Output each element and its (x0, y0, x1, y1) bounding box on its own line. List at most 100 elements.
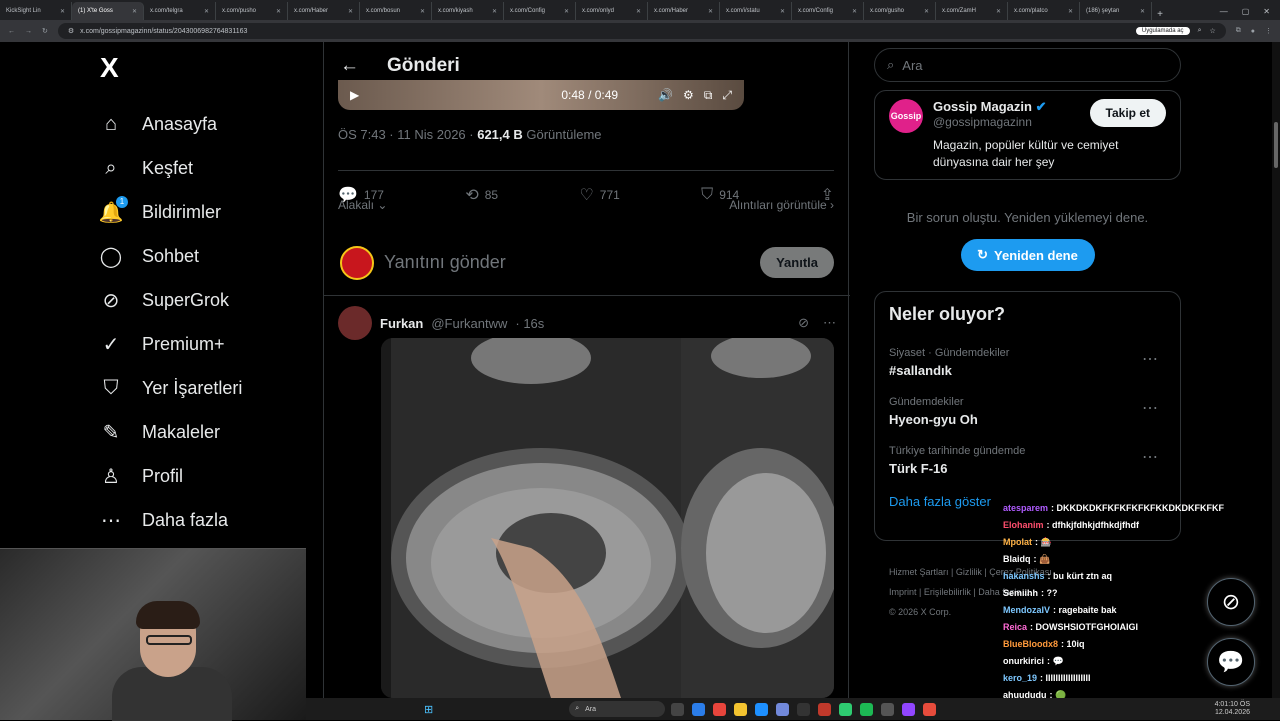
app-icon[interactable] (902, 702, 916, 716)
tab-15[interactable]: (186) şeytan ✕ (1080, 2, 1152, 20)
tab-3[interactable]: x.com/pusho ✕ (216, 2, 288, 20)
menu-icon[interactable]: ⋮ (1265, 27, 1272, 35)
chrome-icon[interactable] (713, 702, 727, 716)
tab-close-icon[interactable]: ✕ (1140, 8, 1145, 15)
tab-1[interactable]: (1) X'te Goss ✕ (72, 2, 144, 20)
nav-item-home[interactable]: ⌂ Anasayfa (98, 102, 318, 146)
tweet-time[interactable]: · 16s (515, 316, 544, 331)
windows-start-icon[interactable]: ⊞ (424, 703, 433, 716)
tab-close-icon[interactable]: ✕ (348, 8, 353, 15)
trend-item[interactable]: Siyaset · Gündemdekiler #sallandık ⋯ (889, 347, 1166, 378)
footer-link[interactable]: Erişilebilirlik (924, 587, 971, 597)
retry-button[interactable]: ↻ Yeniden dene (960, 239, 1095, 271)
star-icon[interactable]: ☆ (1209, 27, 1215, 35)
tab-close-icon[interactable]: ✕ (276, 8, 281, 15)
new-tab-icon[interactable]: + (1152, 9, 1168, 20)
extensions-icon[interactable]: ⧉ (1236, 27, 1241, 35)
tab-close-icon[interactable]: ✕ (564, 8, 569, 15)
tab-close-icon[interactable]: ✕ (60, 8, 65, 15)
volume-icon[interactable]: 🔊 (658, 88, 673, 102)
tab-close-icon[interactable]: ✕ (708, 8, 713, 15)
zoom-icon[interactable]: ⌕ (1198, 27, 1202, 35)
site-info-icon[interactable]: ⚙ (68, 27, 74, 35)
more-options-icon[interactable]: ⋯ (1142, 349, 1158, 369)
tab-10[interactable]: x.com/i/statu ✕ (720, 2, 792, 20)
search-input[interactable]: ⌕ Ara (874, 48, 1181, 82)
more-options-icon[interactable]: ⋯ (1142, 398, 1158, 418)
avatar[interactable] (338, 306, 372, 340)
tab-0[interactable]: KickSight Lin ✕ (0, 2, 72, 20)
x-logo-icon[interactable]: X (100, 52, 318, 88)
author-name[interactable]: Furkan (380, 316, 423, 331)
tab-close-icon[interactable]: ✕ (924, 8, 929, 15)
tab-close-icon[interactable]: ✕ (492, 8, 497, 15)
sort-dropdown[interactable]: Alakalı ⌄ (338, 198, 387, 212)
app-icon[interactable] (881, 702, 895, 716)
more-options-icon[interactable]: ⋯ (823, 315, 836, 331)
reply-input[interactable]: Yanıtını gönder (384, 252, 750, 273)
reply-button[interactable]: Yanıtla (760, 247, 834, 278)
tab-close-icon[interactable]: ✕ (420, 8, 425, 15)
whatsapp-icon[interactable] (839, 702, 853, 716)
tab-close-icon[interactable]: ✕ (852, 8, 857, 15)
trend-item[interactable]: Türkiye tarihinde gündemde Türk F-16 ⋯ (889, 445, 1166, 476)
tab-2[interactable]: x.com/telgra ✕ (144, 2, 216, 20)
nav-item-articles[interactable]: ✎ Makaleler (98, 410, 318, 454)
play-icon[interactable]: ▶ (350, 88, 359, 102)
tab-close-icon[interactable]: ✕ (132, 8, 137, 15)
tab-6[interactable]: x.com/kiyash ✕ (432, 2, 504, 20)
tab-9[interactable]: x.com/Haber ✕ (648, 2, 720, 20)
back-arrow-icon[interactable]: ← (340, 55, 359, 77)
edge-icon[interactable] (692, 702, 706, 716)
tab-4[interactable]: x.com/Haber ✕ (288, 2, 360, 20)
nav-item-chat[interactable]: ◯ Sohbet (98, 234, 318, 278)
file-explorer-icon[interactable] (734, 702, 748, 716)
open-in-app-button[interactable]: Uygulamada aç (1135, 27, 1190, 35)
nav-item-premium[interactable]: ✓ Premium+ (98, 322, 318, 366)
spotify-icon[interactable] (860, 702, 874, 716)
tab-close-icon[interactable]: ✕ (780, 8, 785, 15)
task-view-icon[interactable] (671, 702, 685, 716)
post-timestamp[interactable]: ÖS 7:43 · 11 Nis 2026 · (338, 127, 477, 142)
tab-11[interactable]: x.com/Config ✕ (792, 2, 864, 20)
taskbar-search[interactable]: ⌕ Ara (569, 701, 666, 717)
reply-tweet[interactable]: Furkan @Furkantww · 16s ⊘ ⋯ (324, 306, 850, 698)
back-icon[interactable]: ← (8, 28, 15, 35)
messages-fab-button[interactable]: 💬 (1207, 638, 1255, 686)
footer-link[interactable]: Imprint (889, 587, 917, 597)
tab-7[interactable]: x.com/Config ✕ (504, 2, 576, 20)
settings-icon[interactable]: ⚙ (683, 88, 694, 102)
close-window-icon[interactable]: ✕ (1263, 7, 1270, 16)
tab-close-icon[interactable]: ✕ (204, 8, 209, 15)
nav-item-explore[interactable]: ⌕ Keşfet (98, 146, 318, 190)
nav-item-more[interactable]: ⋯ Daha fazla (98, 498, 318, 542)
trend-item[interactable]: Gündemdekiler Hyeon-gyu Oh ⋯ (889, 396, 1166, 427)
tweet-media-image[interactable] (381, 338, 834, 698)
avatar[interactable]: Gossip (889, 99, 923, 133)
follow-button[interactable]: Takip et (1089, 99, 1166, 127)
app-icon[interactable] (797, 702, 811, 716)
nav-item-bookmarks[interactable]: ⛉ Yer İşaretleri (98, 366, 318, 410)
app-icon[interactable] (818, 702, 832, 716)
taskbar-clock[interactable]: 4:01:10 ÖS 12.04.2026 (1215, 701, 1250, 717)
more-options-icon[interactable]: ⋯ (1142, 447, 1158, 467)
grok-icon[interactable]: ⊘ (798, 315, 809, 331)
scrollbar-thumb[interactable] (1274, 122, 1278, 168)
grok-fab-button[interactable]: ⊘ (1207, 578, 1255, 626)
tab-5[interactable]: x.com/bosun ✕ (360, 2, 432, 20)
app-icon[interactable] (923, 702, 937, 716)
forward-icon[interactable]: → (25, 28, 32, 35)
discord-icon[interactable] (776, 702, 790, 716)
view-quotes-link[interactable]: Alıntıları görüntüle › (729, 198, 834, 212)
author-handle[interactable]: @Furkantww (431, 316, 507, 331)
tab-close-icon[interactable]: ✕ (636, 8, 641, 15)
reload-icon[interactable]: ↻ (42, 27, 48, 35)
app-icon[interactable] (755, 702, 769, 716)
footer-link[interactable]: Hizmet Şartları (889, 567, 949, 577)
tab-close-icon[interactable]: ✕ (996, 8, 1001, 15)
nav-item-notifications[interactable]: 🔔 1 Bildirimler (98, 190, 318, 234)
tab-14[interactable]: x.com/platco ✕ (1008, 2, 1080, 20)
nav-item-supergrok[interactable]: ⊘ SuperGrok (98, 278, 318, 322)
scrollbar[interactable] (1272, 42, 1280, 698)
tab-13[interactable]: x.com/ZamH ✕ (936, 2, 1008, 20)
